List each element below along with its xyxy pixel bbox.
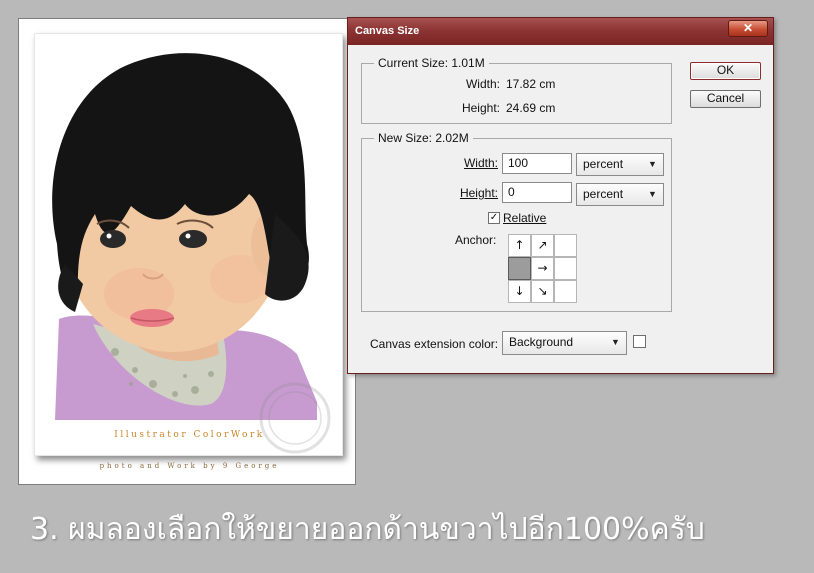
anchor-cell-bottom-right[interactable] xyxy=(554,280,577,303)
arrow-down-icon: ↓ xyxy=(514,284,525,298)
chevron-down-icon: ▼ xyxy=(611,337,620,347)
extension-color-value: Background xyxy=(509,335,574,349)
anchor-cell-top-center[interactable]: ↗ xyxy=(531,234,554,257)
checkmark-icon: ✓ xyxy=(489,212,499,223)
anchor-cell-center[interactable]: → xyxy=(531,257,554,280)
artwork-frame: Illustrator ColorWork photo and Work by … xyxy=(34,33,343,470)
chevron-down-icon: ▼ xyxy=(648,189,657,199)
new-size-legend: New Size: 2.02M xyxy=(374,131,473,145)
anchor-label: Anchor: xyxy=(455,233,497,247)
dialog-title: Canvas Size xyxy=(355,25,420,37)
anchor-cell-bottom-center[interactable]: ↘ xyxy=(531,280,554,303)
arrow-right-icon: → xyxy=(537,261,548,275)
anchor-cell-top-left[interactable]: ↑ xyxy=(508,234,531,257)
extension-color-label: Canvas extension color: xyxy=(370,337,499,351)
cancel-button[interactable]: Cancel xyxy=(690,90,761,108)
current-height-label: Height: xyxy=(461,101,500,115)
ok-button-label: OK xyxy=(716,63,735,77)
new-width-label: Width: xyxy=(463,156,498,170)
current-width-label: Width: xyxy=(465,77,500,91)
close-button[interactable]: ✕ xyxy=(728,20,768,37)
extension-color-select[interactable]: Background ▼ xyxy=(502,331,627,355)
canvas-size-dialog: Canvas Size ✕ Current Size: 1.01M Width:… xyxy=(347,17,774,374)
chevron-down-icon: ▼ xyxy=(648,159,657,169)
extension-color-swatch[interactable] xyxy=(633,335,646,348)
height-input[interactable]: 0 xyxy=(502,182,572,203)
new-height-label: Height: xyxy=(459,186,498,200)
relative-label[interactable]: Relative xyxy=(503,211,546,225)
width-unit-select[interactable]: percent ▼ xyxy=(576,153,664,176)
child-illustration xyxy=(52,53,331,454)
artwork-caption-credit: photo and Work by 9 George xyxy=(99,462,280,470)
width-input[interactable]: 100 xyxy=(502,153,572,174)
height-unit-value: percent xyxy=(583,187,624,201)
relative-checkbox[interactable]: ✓ xyxy=(488,212,500,224)
arrow-down-right-icon: ↘ xyxy=(537,284,548,298)
arrow-up-icon: ↑ xyxy=(514,238,525,252)
instruction-caption: 3. ผมลองเลือกให้ขยายออกด้านขวาไปอีก100%ค… xyxy=(30,512,705,547)
height-unit-select[interactable]: percent ▼ xyxy=(576,183,664,206)
width-unit-value: percent xyxy=(583,157,624,171)
dialog-titlebar[interactable]: Canvas Size ✕ xyxy=(348,18,773,45)
anchor-grid[interactable]: ↑ ↗ → ↓ ↘ xyxy=(508,234,579,305)
artwork-panel: Illustrator ColorWork photo and Work by … xyxy=(18,18,356,485)
arrow-up-right-icon: ↗ xyxy=(537,238,548,252)
close-icon: ✕ xyxy=(742,21,754,35)
anchor-cell-middle-right[interactable] xyxy=(554,257,577,280)
artwork-caption-title: Illustrator ColorWork xyxy=(114,430,265,440)
current-size-legend: Current Size: 1.01M xyxy=(374,56,489,70)
anchor-cell-top-right[interactable] xyxy=(554,234,577,257)
mouth xyxy=(130,309,174,327)
cancel-button-label: Cancel xyxy=(706,91,745,105)
ok-button[interactable]: OK xyxy=(690,62,761,80)
anchor-cell-bottom-left[interactable]: ↓ xyxy=(508,280,531,303)
current-width-value: 17.82 cm xyxy=(506,77,556,91)
current-height-value: 24.69 cm xyxy=(506,101,556,115)
right-eye xyxy=(179,230,207,248)
anchor-cell-middle-left[interactable] xyxy=(508,257,531,280)
left-eye xyxy=(100,230,126,248)
